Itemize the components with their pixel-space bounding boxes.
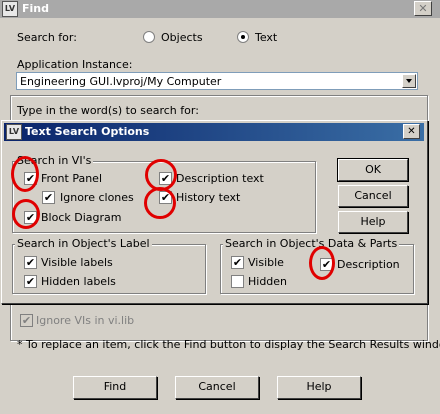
annotation-circle: [12, 199, 40, 229]
app-instance-label: Application Instance:: [17, 58, 133, 71]
ignore-clones-checkbox[interactable]: ✔: [42, 191, 55, 204]
ignore-vis-checkbox[interactable]: ✔: [20, 314, 33, 327]
cancel-button[interactable]: Cancel: [338, 185, 408, 207]
history-text-label: History text: [176, 191, 241, 204]
hidden-data-checkbox[interactable]: [231, 275, 244, 288]
close-icon[interactable]: ✕: [414, 1, 432, 16]
cancel-button[interactable]: Cancel: [175, 376, 259, 399]
help-button[interactable]: Help: [338, 211, 408, 233]
ignore-clones-label: Ignore clones: [60, 191, 134, 204]
app-instance-dropdown[interactable]: Engineering GUI.lvproj/My Computer: [16, 72, 418, 90]
hidden-labels-label: Hidden labels: [41, 275, 116, 288]
hidden-labels-checkbox[interactable]: ✔: [24, 275, 37, 288]
labview-app-icon: LV: [6, 124, 22, 140]
search-words-label: Type in the word(s) to search for:: [17, 104, 199, 117]
dialog-titlebar: LV Text Search Options ✕: [4, 123, 424, 141]
close-icon[interactable]: ✕: [403, 124, 420, 139]
dialog-title: Text Search Options: [25, 125, 150, 138]
description-data-label: Description: [337, 258, 400, 271]
front-panel-label: Front Panel: [41, 172, 102, 185]
object-label-group-label: Search in Object's Label: [15, 237, 152, 250]
annotation-circle: [144, 187, 176, 219]
text-radio-label[interactable]: Text: [255, 31, 277, 44]
ignore-vis-label: Ignore VIs in vi.lib: [36, 314, 135, 327]
visible-labels-checkbox[interactable]: ✔: [24, 256, 37, 269]
window-title: Find: [22, 2, 49, 15]
text-search-options-dialog: LV Text Search Options ✕ Search in VI's …: [1, 120, 428, 304]
app-instance-value: Engineering GUI.lvproj/My Computer: [20, 75, 222, 88]
find-button[interactable]: Find: [73, 376, 157, 399]
annotation-circle: [11, 156, 39, 192]
labview-app-icon: LV: [2, 1, 18, 17]
search-for-label: Search for:: [17, 31, 77, 44]
find-window-titlebar: LV Find ✕: [0, 0, 440, 18]
objects-radio-label[interactable]: Objects: [161, 31, 203, 44]
hidden-data-label: Hidden: [248, 275, 288, 288]
objects-radio[interactable]: [143, 31, 155, 43]
annotation-circle: [309, 246, 335, 280]
data-parts-group-label: Search in Object's Data & Parts: [223, 237, 400, 250]
footnote: * To replace an item, click the Find but…: [17, 338, 440, 351]
chevron-down-icon[interactable]: [402, 74, 416, 88]
block-diagram-label: Block Diagram: [41, 211, 122, 224]
visible-labels-label: Visible labels: [41, 256, 113, 269]
ok-button[interactable]: OK: [337, 158, 409, 182]
visible-data-label: Visible: [248, 256, 284, 269]
visible-data-checkbox[interactable]: ✔: [231, 256, 244, 269]
description-text-label: Description text: [176, 172, 264, 185]
help-button[interactable]: Help: [277, 376, 361, 399]
text-radio[interactable]: [237, 31, 249, 43]
